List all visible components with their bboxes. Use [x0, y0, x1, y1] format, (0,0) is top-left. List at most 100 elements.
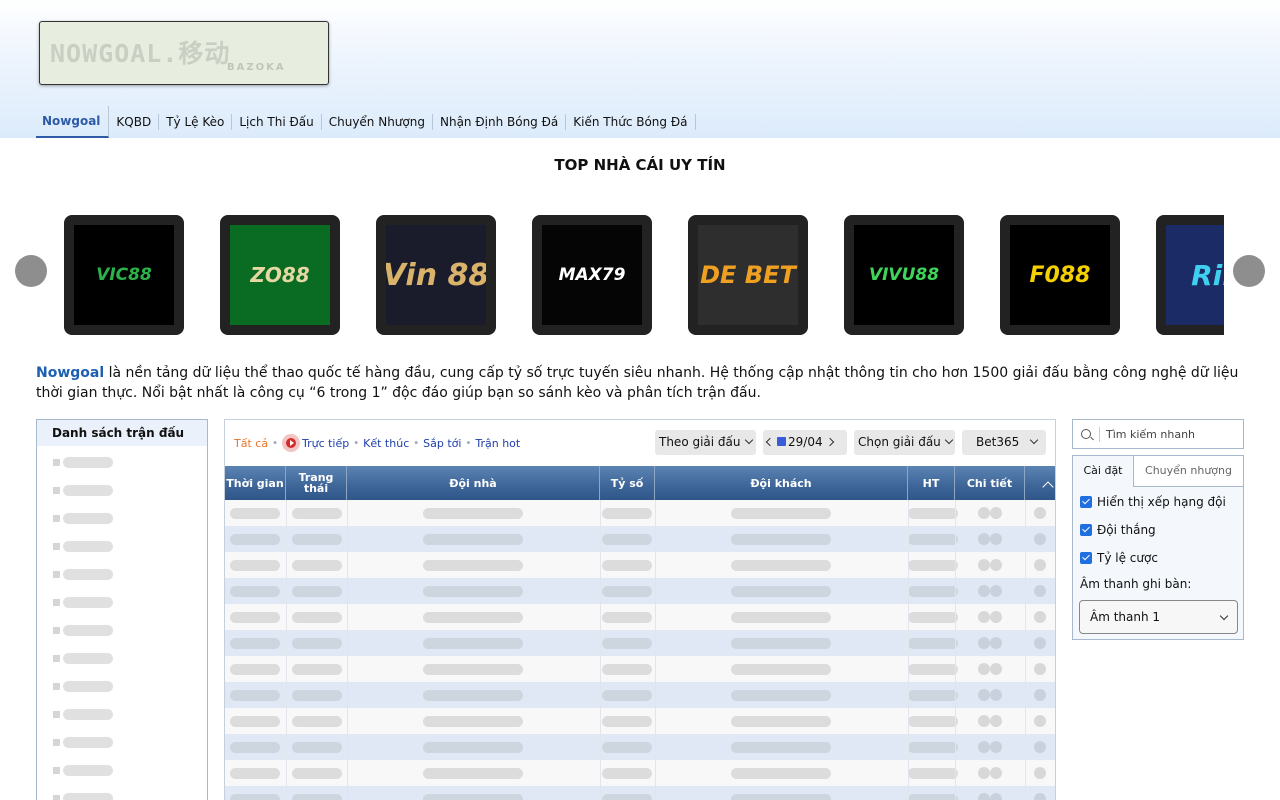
loading-placeholder — [230, 664, 280, 675]
list-item[interactable] — [53, 737, 115, 748]
carousel-next-arrow-icon[interactable] — [1233, 255, 1265, 287]
loading-placeholder-dot — [990, 793, 1002, 800]
goal-sound-select[interactable]: Âm thanh 1 — [1079, 600, 1238, 634]
bookmaker-card[interactable]: VIC88 — [64, 215, 184, 335]
search-input[interactable] — [1106, 425, 1240, 443]
table-row[interactable] — [225, 682, 1055, 708]
list-item[interactable] — [53, 513, 115, 524]
site-header: NOWGOAL.移动 BAZOKA Nowgoal KQBD Tỷ Lệ Kèo… — [0, 0, 1280, 138]
bookmaker-card[interactable]: F088 — [1000, 215, 1120, 335]
loading-placeholder — [602, 768, 652, 779]
filter-separator: • — [413, 437, 420, 449]
collapse-up-icon[interactable] — [1042, 481, 1054, 493]
loading-placeholder — [63, 681, 113, 692]
loading-placeholder-dot — [1034, 689, 1046, 701]
nav-item-ty-le-keo[interactable]: Tỷ Lệ Kèo — [159, 114, 233, 130]
intro-brand-link[interactable]: Nowgoal — [36, 365, 104, 381]
league-label: Chọn giải đấu — [858, 435, 941, 449]
bookmaker-logo: Rik — [1166, 225, 1224, 325]
list-item[interactable] — [53, 597, 115, 608]
option-winning-team[interactable]: Đội thắng — [1080, 522, 1156, 538]
checkbox-show-rank[interactable] — [1080, 496, 1092, 508]
table-row[interactable] — [225, 604, 1055, 630]
league-select-dropdown[interactable]: Chọn giải đấu — [854, 430, 955, 455]
table-row[interactable] — [225, 708, 1055, 734]
checkbox-winning-team[interactable] — [1080, 524, 1092, 536]
option-show-rank[interactable]: Hiển thị xếp hạng đội — [1080, 494, 1226, 510]
table-row[interactable] — [225, 578, 1055, 604]
chevron-down-icon — [944, 435, 954, 445]
nav-item-kien-thuc[interactable]: Kiến Thức Bóng Đá — [566, 114, 696, 130]
list-item[interactable] — [53, 765, 115, 776]
bookmaker-card[interactable]: Rik — [1156, 215, 1224, 335]
loading-placeholder — [602, 508, 652, 519]
nav-item-chuyen-nhuong[interactable]: Chuyển Nhượng — [322, 114, 433, 130]
loading-placeholder — [292, 664, 342, 675]
loading-placeholder — [292, 560, 342, 571]
site-logo[interactable]: NOWGOAL.移动 BAZOKA — [39, 21, 329, 85]
bookmaker-select-dropdown[interactable]: Bet365 — [962, 430, 1046, 455]
bookmaker-card[interactable]: ZO88 — [220, 215, 340, 335]
bookmaker-card[interactable]: DE BET — [688, 215, 808, 335]
checkbox-odds[interactable] — [1080, 552, 1092, 564]
loading-placeholder — [292, 612, 342, 623]
loading-placeholder — [908, 716, 958, 727]
list-item[interactable] — [53, 625, 115, 636]
col-header-home: Đội nhà — [347, 466, 600, 500]
table-row[interactable] — [225, 552, 1055, 578]
tab-transfers[interactable]: Chuyển nhượng — [1134, 456, 1243, 487]
date-picker[interactable]: 29/04 — [763, 430, 847, 455]
sort-by-league-dropdown[interactable]: Theo giải đấu — [655, 430, 756, 455]
goal-sound-label: Âm thanh ghi bàn: — [1080, 577, 1192, 591]
list-item[interactable] — [53, 793, 115, 800]
loading-placeholder — [602, 612, 652, 623]
loading-placeholder — [423, 716, 523, 727]
filter-separator: • — [353, 437, 360, 449]
loading-placeholder — [602, 560, 652, 571]
list-item[interactable] — [53, 541, 115, 552]
list-item[interactable] — [53, 653, 115, 664]
table-row[interactable] — [225, 760, 1055, 786]
table-row[interactable] — [225, 786, 1055, 800]
loading-placeholder-dot — [978, 611, 990, 623]
table-row[interactable] — [225, 630, 1055, 656]
filter-hot[interactable]: Trận hot — [475, 437, 520, 450]
filter-finished[interactable]: Kết thúc — [363, 437, 409, 450]
bookmaker-card[interactable]: VIVU88 — [844, 215, 964, 335]
tab-settings[interactable]: Cài đặt — [1073, 456, 1134, 487]
loading-placeholder-dot — [990, 559, 1002, 571]
option-odds[interactable]: Tỷ lệ cược — [1080, 550, 1158, 566]
loading-placeholder — [423, 586, 523, 597]
loading-placeholder-dot — [990, 637, 1002, 649]
calendar-icon — [777, 437, 786, 446]
intro-text: là nền tảng dữ liệu thể thao quốc tế hàn… — [36, 365, 1239, 401]
bookmaker-card[interactable]: MAX79 — [532, 215, 652, 335]
table-row[interactable] — [225, 526, 1055, 552]
nav-item-nhan-dinh[interactable]: Nhận Định Bóng Đá — [433, 114, 567, 130]
loading-placeholder — [731, 508, 831, 519]
filter-live[interactable]: Trực tiếp — [302, 437, 349, 450]
nav-item-lich-thi-dau[interactable]: Lịch Thi Đấu — [232, 114, 322, 130]
list-item[interactable] — [53, 709, 115, 720]
nav-item-nowgoal[interactable]: Nowgoal — [36, 106, 110, 138]
filter-upcoming[interactable]: Sắp tới — [423, 437, 461, 450]
filter-all[interactable]: Tất cả — [234, 437, 268, 450]
bullet-icon — [53, 515, 60, 522]
table-row[interactable] — [225, 656, 1055, 682]
nav-item-kqbd[interactable]: KQBD — [109, 114, 160, 130]
bookmaker-card[interactable]: Vin 88 — [376, 215, 496, 335]
loading-placeholder — [908, 534, 958, 545]
top-bookmakers-title: TOP NHÀ CÁI UY TÍN — [554, 156, 726, 174]
goal-sound-value: Âm thanh 1 — [1090, 610, 1161, 624]
list-item[interactable] — [53, 485, 115, 496]
list-item[interactable] — [53, 457, 115, 468]
col-header-time: Thời gian — [225, 466, 286, 500]
chevron-right-icon[interactable] — [825, 437, 834, 447]
list-item[interactable] — [53, 569, 115, 580]
chevron-left-icon[interactable] — [765, 437, 775, 447]
list-item[interactable] — [53, 681, 115, 692]
table-row[interactable] — [225, 734, 1055, 760]
loading-placeholder — [230, 612, 280, 623]
table-row[interactable] — [225, 500, 1055, 526]
bookmaker-carousel: VIC88 ZO88 Vin 88 MAX79 DE BET VIVU88 F088 Rik — [36, 205, 1224, 345]
